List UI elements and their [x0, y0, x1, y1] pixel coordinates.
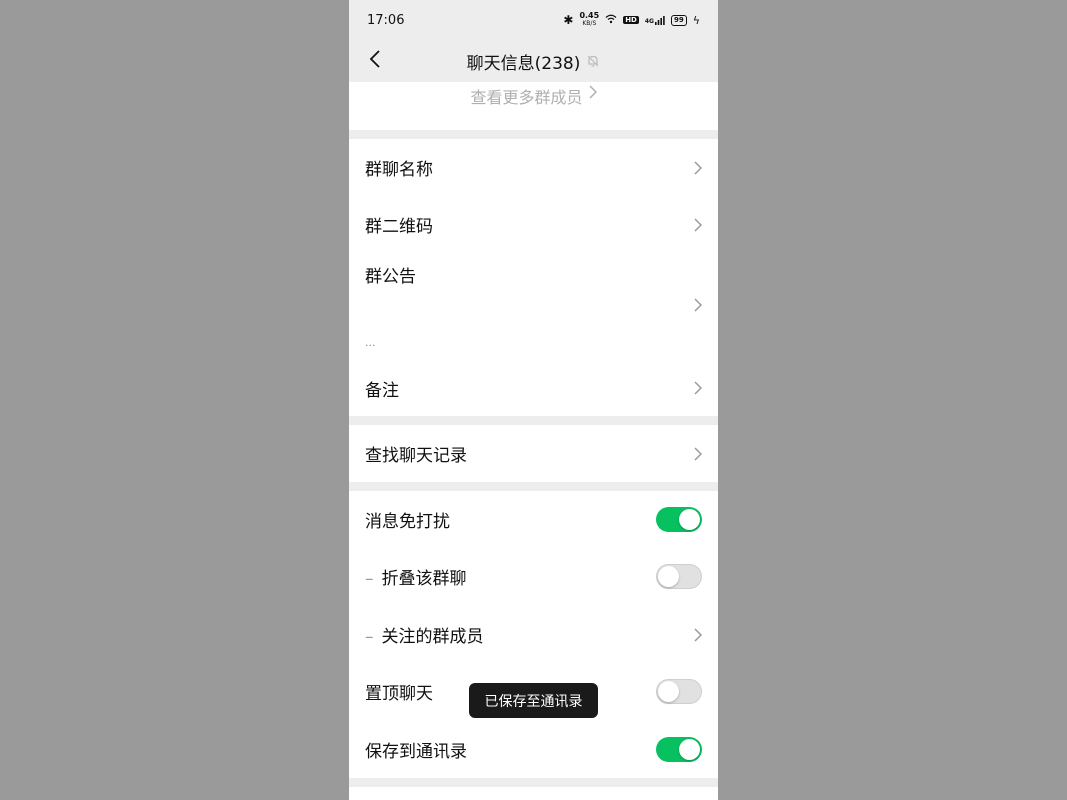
chevron-right-icon [588, 84, 597, 103]
network-speed: 0.45 KB/S [579, 11, 600, 28]
status-bar: 17:06 ✱ 0.45 KB/S HD 4G 99 ϟ [349, 0, 718, 40]
follow-members-label: 关注的群成员 [381, 627, 484, 647]
toggle-knob [679, 509, 700, 530]
bell-muted-icon [586, 54, 600, 68]
group-qrcode-row[interactable]: 群二维码 [349, 196, 718, 253]
toast-message: 已保存至通讯录 [469, 683, 598, 718]
chevron-right-icon [694, 627, 702, 642]
next-card [349, 787, 718, 800]
wifi-icon [605, 14, 617, 27]
follow-members-row[interactable]: – 关注的群成员 [349, 606, 718, 663]
save-contacts-row: 保存到通讯录 [349, 721, 718, 778]
status-time: 17:06 [367, 12, 405, 28]
view-more-members-label: 查看更多群成员 [470, 88, 583, 107]
chevron-right-icon [694, 381, 702, 395]
chevron-right-icon [694, 217, 702, 232]
chevron-left-icon [369, 49, 381, 73]
bluetooth-icon: ✱ [563, 13, 574, 27]
search-history-row[interactable]: 查找聊天记录 [349, 425, 718, 482]
group-notice-label: 群公告 [365, 267, 416, 287]
toggle-knob [679, 739, 700, 760]
group-name-label: 群聊名称 [365, 160, 433, 180]
mute-label: 消息免打扰 [365, 512, 450, 532]
battery-icon: 99 [670, 14, 687, 26]
toggle-knob [658, 566, 679, 587]
fold-label: 折叠该群聊 [381, 569, 467, 589]
page-title: 聊天信息(238) [466, 53, 581, 74]
search-history-label: 查找聊天记录 [365, 446, 467, 466]
group-name-row[interactable]: 群聊名称 [349, 139, 718, 196]
back-button[interactable] [359, 45, 391, 77]
save-contacts-label: 保存到通讯录 [365, 742, 467, 762]
members-card: 查看更多群成员 [349, 82, 718, 130]
nav-bar: 聊天信息(238) [349, 40, 718, 82]
status-icons: ✱ 0.45 KB/S HD 4G 99 ϟ [563, 12, 700, 28]
mute-row: 消息免打扰 [349, 491, 718, 548]
pin-label: 置顶聊天 [365, 684, 433, 704]
mute-toggle[interactable] [656, 507, 702, 532]
signal-icon: 4G [645, 15, 665, 25]
remark-label: 备注 [365, 380, 399, 401]
fold-toggle[interactable] [656, 564, 702, 589]
charging-icon: ϟ [692, 13, 700, 27]
group-notice-text: ... [365, 336, 376, 349]
group-qrcode-label: 群二维码 [365, 217, 433, 237]
remark-row[interactable]: 备注 [349, 360, 718, 416]
phone-screen: 17:06 ✱ 0.45 KB/S HD 4G 99 ϟ 聊天信息(238) 查… [349, 0, 718, 800]
toggle-knob [658, 681, 679, 702]
view-more-members-link[interactable]: 查看更多群成员 [349, 82, 718, 130]
chevron-right-icon [694, 446, 702, 461]
indent-dash: – [365, 627, 374, 647]
pin-toggle[interactable] [656, 679, 702, 704]
hd-badge: HD [623, 16, 639, 24]
indent-dash: – [365, 569, 374, 589]
save-contacts-toggle[interactable] [656, 737, 702, 762]
chevron-right-icon [694, 160, 702, 175]
fold-row: – 折叠该群聊 [349, 548, 718, 605]
chevron-right-icon [694, 298, 702, 312]
group-notice-row[interactable]: 群公告 [349, 246, 718, 360]
